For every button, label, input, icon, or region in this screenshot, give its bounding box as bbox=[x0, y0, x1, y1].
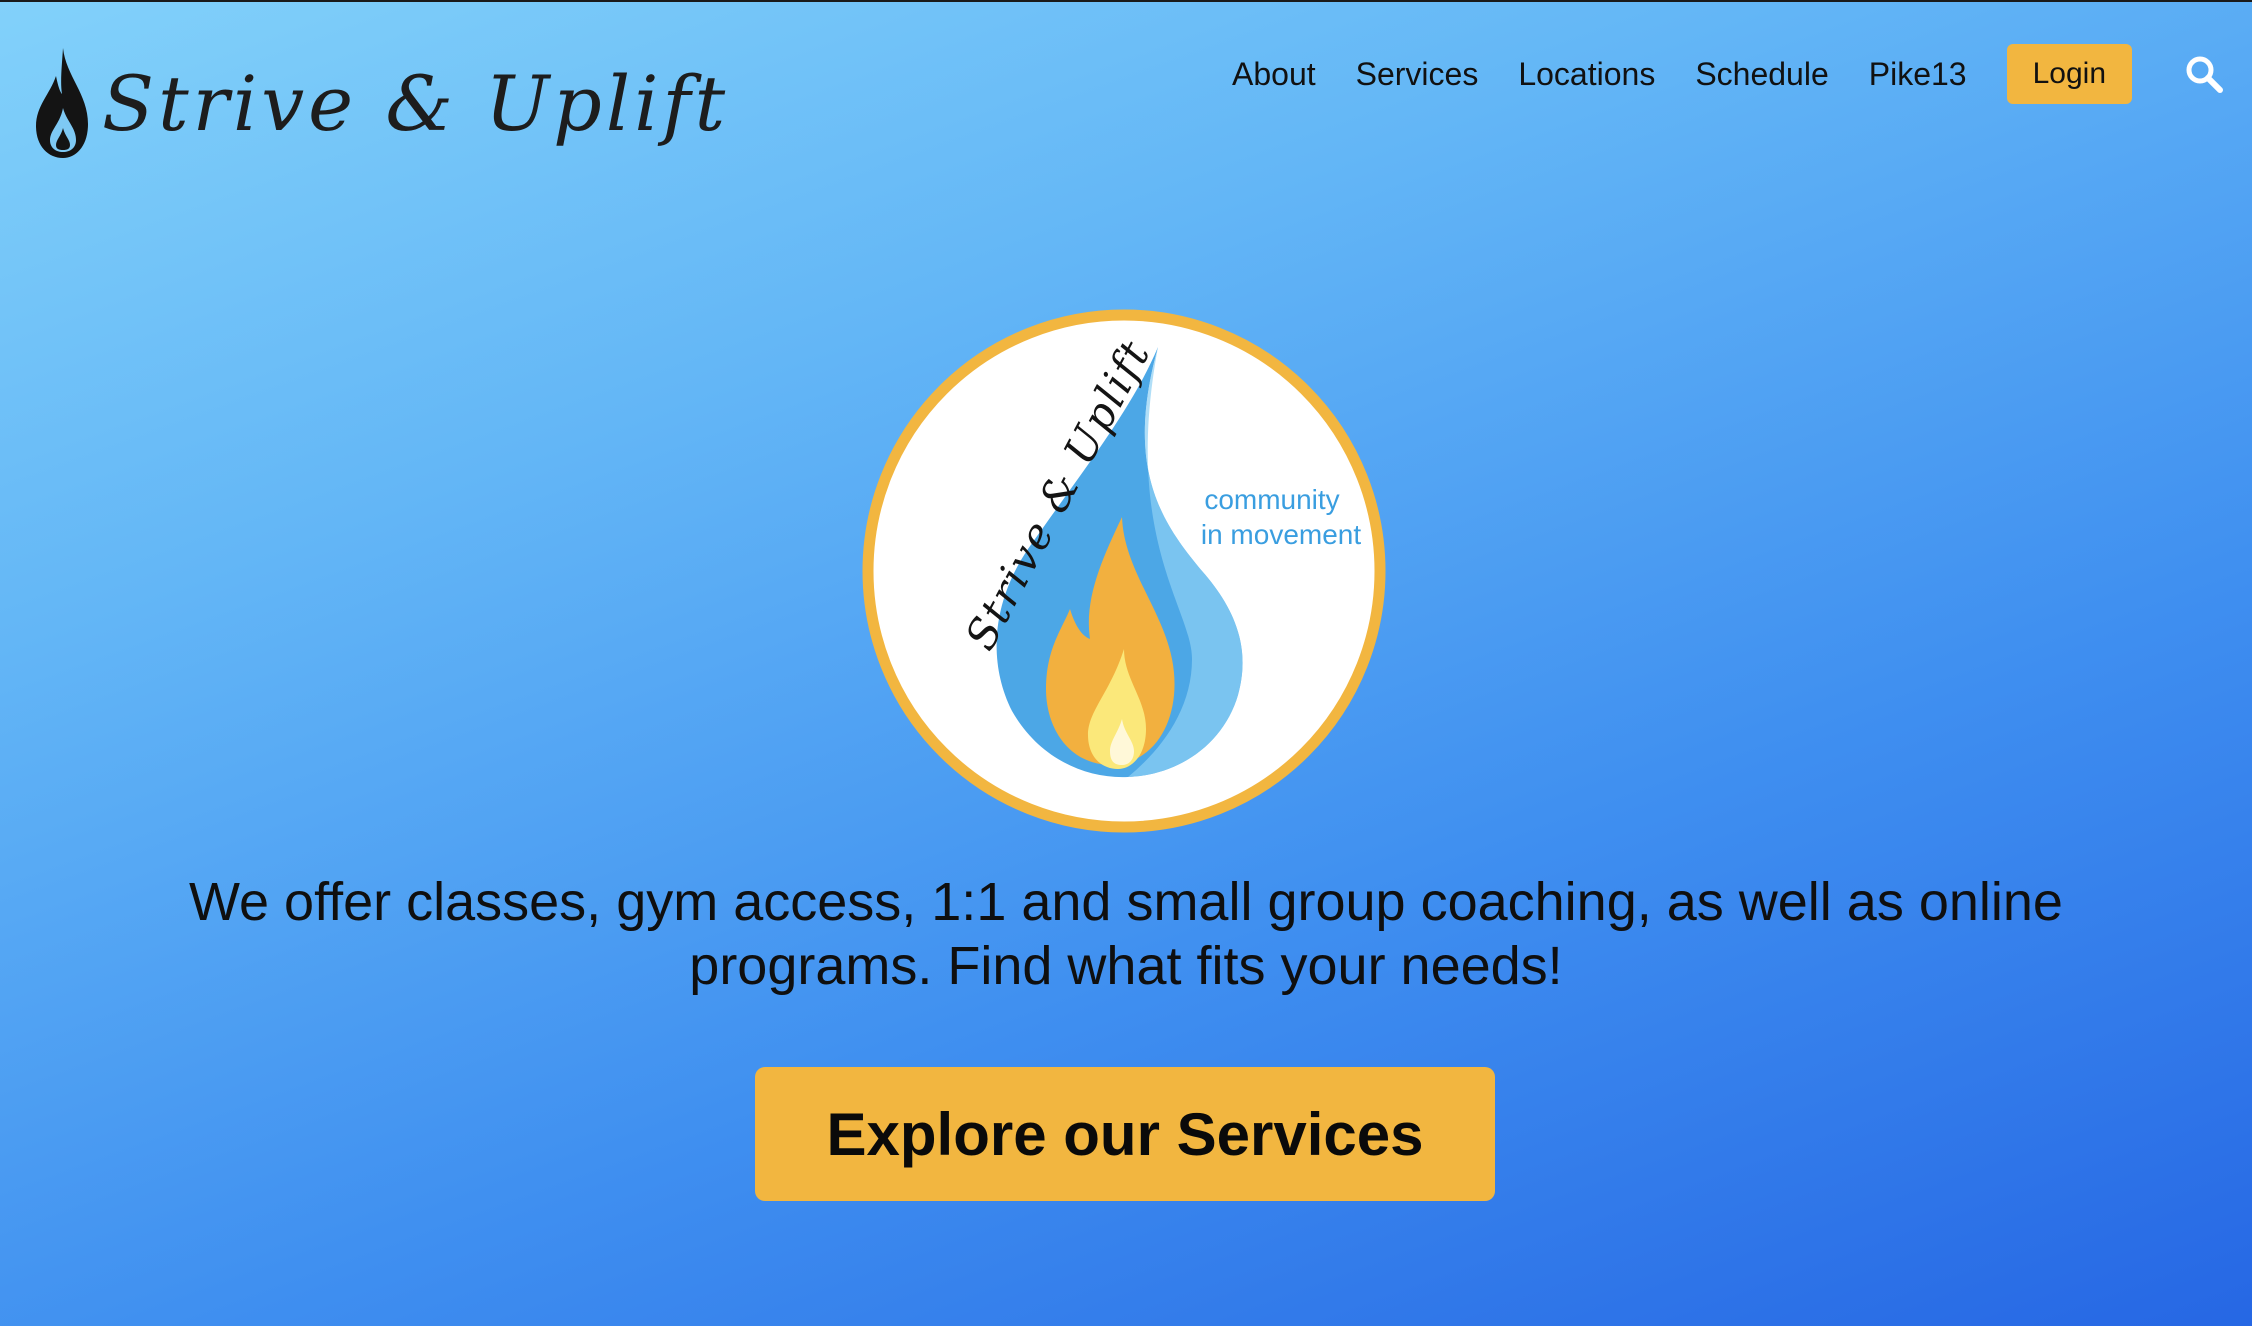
emblem-tagline-line1: community bbox=[1204, 484, 1339, 515]
flame-logo-icon bbox=[36, 48, 88, 158]
hero-tagline: We offer classes, gym access, 1:1 and sm… bbox=[189, 872, 2063, 996]
nav-schedule[interactable]: Schedule bbox=[1695, 56, 1828, 93]
brand-emblem: Strive & Uplift community in movement bbox=[862, 309, 1386, 833]
search-icon[interactable] bbox=[2184, 54, 2224, 94]
explore-services-button[interactable]: Explore our Services bbox=[755, 1067, 1495, 1201]
hero-section: Strive & Uplift About Services Locations… bbox=[0, 0, 2252, 1326]
main-nav: About Services Locations Schedule Pike13… bbox=[1192, 44, 2132, 104]
emblem-tagline-line2: in movement bbox=[1201, 519, 1362, 550]
nav-about[interactable]: About bbox=[1232, 56, 1316, 93]
nav-pike13[interactable]: Pike13 bbox=[1869, 56, 1967, 93]
nav-locations[interactable]: Locations bbox=[1518, 56, 1655, 93]
page-bottom-edge bbox=[0, 1326, 2252, 1330]
logo-wordmark: Strive & Uplift bbox=[102, 59, 730, 148]
site-logo[interactable]: Strive & Uplift bbox=[30, 44, 729, 164]
login-button[interactable]: Login bbox=[2006, 44, 2132, 104]
nav-services[interactable]: Services bbox=[1356, 56, 1479, 93]
